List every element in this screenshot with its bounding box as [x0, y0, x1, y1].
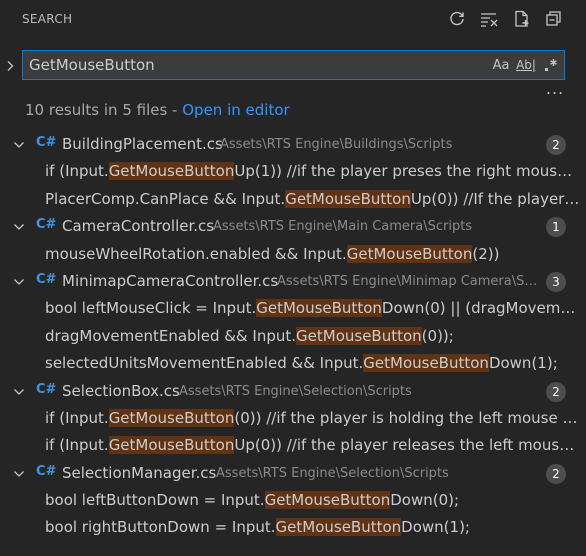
match-highlight: GetMouseButton — [346, 244, 473, 263]
match-after: Up(1)) //if the player preses the right … — [234, 162, 580, 181]
match-after: Down(0); — [390, 491, 460, 510]
match-line[interactable]: selectedUnitsMovementEnabled && Input.Ge… — [0, 350, 586, 377]
match-after: Down(0) || (dragMovementE... — [381, 299, 580, 318]
match-highlight: GetMouseButton — [108, 162, 235, 181]
match-highlight: GetMouseButton — [256, 299, 382, 318]
match-text: if (Input.GetMouseButtonUp(1)) //if the … — [45, 162, 580, 181]
file-result-row[interactable]: C# SelectionManager.cs Assets\RTS Engine\S… — [0, 460, 586, 487]
search-view: SEARCH Aa Ab| ... 10 results in 5 files … — [0, 0, 586, 556]
chevron-down-icon[interactable] — [12, 220, 26, 234]
file-name: SelectionBox.cs — [62, 381, 180, 400]
match-before: selectedUnitsMovementEnabled && Input. — [45, 354, 364, 373]
match-before: bool rightButtonDown = Input. — [45, 518, 276, 537]
csharp-file-icon: C# — [36, 271, 57, 287]
match-after: (0)); — [421, 326, 454, 345]
match-line[interactable]: if (Input.GetMouseButtonUp(0)) //if the … — [0, 432, 586, 459]
match-count-badge: 2 — [546, 135, 566, 155]
match-line[interactable]: bool leftButtonDown = Input.GetMouseButt… — [0, 487, 586, 514]
match-text: if (Input.GetMouseButtonUp(0)) //if the … — [45, 436, 580, 455]
file-result-row[interactable]: C# MinimapCameraController.cs Assets\RTS E… — [0, 268, 586, 295]
file-name: MinimapCameraController.cs — [62, 271, 279, 290]
match-count-badge: 3 — [546, 271, 566, 292]
match-line[interactable]: bool rightButtonDown = Input.GetMouseBut… — [0, 514, 586, 541]
match-line[interactable]: mouseWheelRotation.enabled && Input.GetM… — [0, 241, 586, 268]
results-tree: C# BuildingPlacement.cs Assets\RTS Engine\… — [0, 131, 586, 542]
file-result-row[interactable]: C# SelectionBox.cs Assets\RTS Engine\Selec… — [0, 378, 586, 405]
match-highlight: GetMouseButton — [363, 354, 489, 373]
file-path: Assets\RTS Engine\Main Camera\Scripts — [213, 219, 473, 235]
match-highlight: GetMouseButton — [285, 189, 411, 208]
file-name: SelectionManager.cs — [62, 463, 217, 482]
match-line[interactable]: if (Input.GetMouseButtonUp(1)) //if the … — [0, 158, 586, 185]
search-header: SEARCH — [0, 0, 586, 40]
match-highlight: GetMouseButton — [108, 436, 235, 455]
open-in-editor-link[interactable]: Open in editor — [182, 101, 289, 119]
match-before: bool leftButtonDown = Input. — [45, 491, 265, 510]
match-count-badge: 2 — [546, 381, 566, 402]
match-case-toggle[interactable]: Aa — [490, 56, 512, 74]
whole-word-toggle[interactable]: Ab| — [515, 56, 537, 74]
file-name: BuildingPlacement.cs — [62, 135, 223, 153]
file-path: Assets\RTS Engine\Buildings\Scripts — [220, 137, 453, 152]
match-before: mouseWheelRotation.enabled && Input. — [45, 244, 347, 263]
match-count-badge: 2 — [546, 463, 566, 484]
match-highlight: GetMouseButton — [264, 491, 391, 510]
match-after: Down(1); — [488, 354, 558, 373]
match-before: PlacerComp.CanPlace && Input. — [45, 189, 286, 208]
csharp-file-icon: C# — [36, 463, 57, 479]
collapse-all-icon[interactable] — [543, 8, 565, 30]
file-path: Assets\RTS Engine\Minimap Camera\Sc... — [277, 273, 538, 289]
more-options-ellipsis[interactable]: ... — [545, 81, 565, 98]
match-after: Up(0)) //If the player ca... — [410, 189, 580, 208]
regex-icon — [545, 59, 557, 71]
match-text: bool leftButtonDown = Input.GetMouseButt… — [45, 491, 580, 510]
match-after: (2)) — [472, 244, 500, 263]
chevron-down-icon[interactable] — [12, 385, 26, 399]
match-text: bool rightButtonDown = Input.GetMouseBut… — [45, 518, 580, 537]
chevron-down-icon[interactable] — [12, 467, 26, 481]
match-line[interactable]: PlacerComp.CanPlace && Input.GetMouseBut… — [0, 186, 586, 213]
match-after: Down(1); — [401, 518, 470, 537]
results-count: 10 results in 5 files - — [25, 101, 183, 119]
match-before: if (Input. — [45, 408, 109, 427]
match-count-badge: 1 — [546, 217, 566, 238]
search-input-box: Aa Ab| — [22, 50, 565, 80]
match-before: bool leftMouseClick = Input. — [45, 299, 257, 318]
match-before: if (Input. — [45, 162, 109, 181]
search-input[interactable] — [23, 51, 463, 79]
new-search-editor-icon[interactable] — [511, 8, 533, 30]
csharp-file-icon: C# — [36, 381, 57, 397]
match-highlight: GetMouseButton — [296, 326, 422, 345]
match-text: bool leftMouseClick = Input.GetMouseButt… — [45, 299, 580, 318]
toggle-replace-chevron-icon[interactable] — [4, 56, 16, 76]
match-text: if (Input.GetMouseButton(0)) //if the pl… — [45, 408, 580, 427]
match-text: PlacerComp.CanPlace && Input.GetMouseBut… — [45, 189, 580, 208]
file-path: Assets\RTS Engine\Selection\Scripts — [179, 383, 412, 399]
match-text: mouseWheelRotation.enabled && Input.GetM… — [45, 244, 580, 263]
match-text: dragMovementEnabled && Input.GetMouseBut… — [45, 326, 580, 345]
chevron-down-icon[interactable] — [12, 275, 26, 289]
match-text: selectedUnitsMovementEnabled && Input.Ge… — [45, 354, 580, 373]
view-title: SEARCH — [22, 12, 73, 26]
match-after: (0)) //if the player is holding the left… — [234, 408, 580, 427]
match-after: Up(0)) //if the player releases the left… — [234, 436, 580, 455]
csharp-file-icon: C# — [36, 217, 57, 233]
refresh-icon[interactable] — [446, 8, 468, 30]
csharp-file-icon: C# — [36, 135, 57, 150]
match-highlight: GetMouseButton — [275, 518, 402, 537]
file-result-row[interactable]: C# BuildingPlacement.cs Assets\RTS Engine\… — [0, 131, 586, 158]
match-before: dragMovementEnabled && Input. — [45, 326, 297, 345]
match-line[interactable]: if (Input.GetMouseButton(0)) //if the pl… — [0, 405, 586, 432]
clear-results-icon[interactable] — [478, 8, 500, 30]
match-before: if (Input. — [45, 436, 109, 455]
file-path: Assets\RTS Engine\Selection\Scripts — [216, 465, 449, 481]
results-summary: 10 results in 5 files - Open in editor — [25, 101, 290, 119]
file-result-row[interactable]: C# CameraController.cs Assets\RTS Engine\M… — [0, 213, 586, 240]
chevron-down-icon[interactable] — [12, 138, 26, 152]
regex-toggle[interactable] — [541, 56, 561, 74]
match-line[interactable]: dragMovementEnabled && Input.GetMouseBut… — [0, 323, 586, 350]
file-name: CameraController.cs — [62, 217, 215, 236]
match-highlight: GetMouseButton — [108, 408, 235, 427]
match-line[interactable]: bool leftMouseClick = Input.GetMouseButt… — [0, 295, 586, 322]
